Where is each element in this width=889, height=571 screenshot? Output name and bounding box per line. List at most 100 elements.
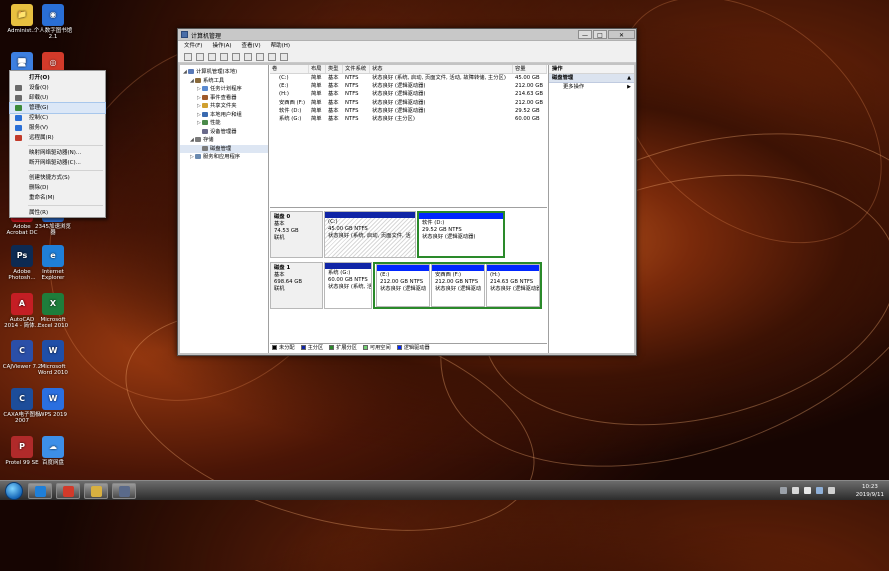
column-header[interactable]: 状态 — [370, 65, 513, 73]
table-row[interactable]: 软件 (D:) 简单 基本 NTFS 状态良好 (逻辑驱动器) 29.52 GB — [270, 107, 547, 115]
menu-separator — [28, 205, 103, 206]
column-header[interactable]: 文件系统 — [343, 65, 370, 73]
context-menu-item[interactable]: 卸载(U) — [10, 93, 105, 103]
partition-size: 29.52 GB NTFS — [422, 227, 462, 233]
partition[interactable]: 系统 (G:)60.00 GB NTFS状态良好 (系统, 活动, 主 — [324, 262, 372, 309]
taskbar-compmgmt-icon[interactable] — [112, 483, 136, 499]
table-row[interactable]: (H:) 简单 基本 NTFS 状态良好 (逻辑驱动器) 214.63 GB — [270, 90, 547, 98]
context-menu-item[interactable]: 打开(O) — [10, 73, 105, 83]
taskbar-chrome-icon[interactable] — [56, 483, 80, 499]
legend-item: 未分配 — [272, 344, 295, 353]
desktop-icon-wps[interactable]: W WPS 2019 — [33, 388, 73, 418]
tray-keyboard-icon[interactable] — [780, 487, 787, 494]
menu-separator — [28, 170, 103, 171]
actions-section-disk-management[interactable]: 磁盘管理 ▲ — [549, 74, 634, 83]
table-cell: 214.63 GB — [515, 91, 543, 98]
more-actions[interactable]: 更多操作 ▶ — [549, 83, 634, 92]
context-menu-item[interactable]: 控制(C) — [10, 113, 105, 123]
tray-network-icon[interactable] — [816, 487, 823, 494]
context-menu-item[interactable]: 属性(R) — [10, 208, 105, 218]
refresh-icon[interactable] — [256, 53, 264, 61]
tree-node[interactable]: ▷ 共享文件夹 — [180, 102, 268, 111]
desktop-icon-library[interactable]: ◉ 个人数字图书馆2.1 — [33, 4, 73, 40]
tree-node[interactable]: ▷ 服务和应用程序 — [180, 153, 268, 162]
properties-icon[interactable] — [244, 53, 252, 61]
context-menu-item[interactable]: 断开网络驱动器(C)... — [10, 158, 105, 168]
start-button[interactable] — [5, 482, 23, 500]
partition[interactable]: (H:) 214.63 GB NTFS 状态良好 (逻辑驱动器 — [486, 264, 540, 307]
partition[interactable]: (C:) 45.00 GB NTFS 状态良好 (系统, 启动, 页面文件, 活 — [324, 211, 416, 258]
help-icon[interactable] — [232, 53, 240, 61]
tree-node-icon — [195, 77, 201, 83]
title-bar[interactable]: 计算机管理 — □ ✕ — [178, 29, 636, 41]
table-row[interactable]: 系统 (G:) 简单 基本 NTFS 状态良好 (主分区) 60.00 GB — [270, 115, 547, 123]
tree-node[interactable]: 磁盘管理 — [180, 144, 268, 153]
context-menu-item[interactable]: 设备(Q) — [10, 83, 105, 93]
tray-volume-icon[interactable] — [828, 487, 835, 494]
partition[interactable]: 安西西 (F:) 212.00 GB NTFS 状态良好 (逻辑驱动 — [431, 264, 485, 307]
tree-node[interactable]: ◢ 存储 — [180, 136, 268, 145]
computer-management-window: 计算机管理 — □ ✕ 文件(F) 操作(A) 查看(V) 帮助(H) ◢ 计算机管理(… — [177, 28, 637, 356]
tray-flag-icon[interactable] — [804, 487, 811, 494]
forward-icon[interactable] — [196, 53, 204, 61]
tree-node[interactable]: ▷ 本地用户和组 — [180, 111, 268, 120]
context-menu-item[interactable]: 重命名(M) — [10, 193, 105, 203]
baidu-icon: ☁ — [42, 436, 64, 458]
partition[interactable]: (E:) 212.00 GB NTFS 状态良好 (逻辑驱动 — [376, 264, 430, 307]
context-menu-item[interactable]: 服务(V) — [10, 123, 105, 133]
desktop-icon-baidu[interactable]: ☁ 百度网盘 — [33, 436, 73, 466]
table-cell: NTFS — [345, 99, 359, 106]
tray-up-arrow-icon[interactable] — [792, 487, 799, 494]
table-cell: NTFS — [345, 83, 359, 90]
tree-node[interactable]: 设备管理器 — [180, 128, 268, 137]
console-tree-icon[interactable] — [220, 53, 228, 61]
disk-label[interactable]: 磁盘 1 基本 698.64 GB 联机 — [270, 262, 323, 309]
desktop-icon-word[interactable]: W Microsoft Word 2010 — [33, 340, 73, 376]
context-menu-item[interactable]: 创建快捷方式(S) — [10, 173, 105, 183]
context-menu-item[interactable]: 管理(G) — [9, 102, 106, 114]
content-area: ◢ 计算机管理(本地) ◢ 系统工具 ▷ 任务计划程序 ▷ 事件查看器 ▷ 共享文件夹 ▷ 本地用户和… — [180, 65, 634, 353]
tree-node[interactable]: ◢ 计算机管理(本地) — [180, 68, 268, 77]
menu-item-label: 创建快捷方式(S) — [29, 175, 70, 181]
context-menu-item[interactable]: 删除(D) — [10, 183, 105, 193]
legend-item: 主分区 — [300, 344, 323, 353]
context-menu-item[interactable]: 映射网络驱动器(N)... — [10, 148, 105, 158]
maximize-button[interactable]: □ — [593, 30, 607, 39]
more-actions-label: 更多操作 — [563, 84, 585, 90]
column-header[interactable]: 容量 — [513, 65, 547, 73]
tree-node-icon — [195, 154, 201, 159]
table-row[interactable]: (C:) 简单 基本 NTFS 状态良好 (系统, 启动, 页面文件, 活动, 故障转储… — [270, 74, 547, 82]
context-menu-item[interactable]: 远程属(R) — [10, 133, 105, 143]
export-icon[interactable] — [280, 53, 288, 61]
partition[interactable]: 软件 (D:) 29.52 GB NTFS 状态良好 (逻辑驱动器) — [417, 211, 505, 258]
disk-size: 698.64 GB — [274, 279, 302, 285]
desktop-icon-ie[interactable]: e Internet Explorer — [33, 245, 73, 281]
menu-0[interactable]: 文件(F) — [184, 41, 202, 51]
column-header[interactable]: 类型 — [326, 65, 343, 73]
tree-node-label: 共享文件夹 — [210, 103, 237, 109]
minimize-button[interactable]: — — [578, 30, 592, 39]
close-button[interactable]: ✕ — [608, 30, 635, 39]
up-folder-icon[interactable] — [208, 53, 216, 61]
menu-3[interactable]: 帮助(H) — [271, 41, 290, 51]
table-row[interactable]: 安西西 (F:) 简单 基本 NTFS 状态良好 (逻辑驱动器) 212.00 GB — [270, 99, 547, 107]
tree-node[interactable]: ◢ 系统工具 — [180, 77, 268, 86]
collapse-icon[interactable]: ▲ — [627, 74, 631, 83]
tree-node[interactable]: ▷ 性能 — [180, 119, 268, 128]
menu-1[interactable]: 操作(A) — [212, 41, 231, 51]
clock[interactable]: 10:23 2019/9/11 — [856, 483, 884, 499]
disk-label[interactable]: 磁盘 0 基本 74.53 GB 联机 — [270, 211, 323, 258]
column-header[interactable]: 卷 — [270, 65, 309, 73]
desktop-icon-excel[interactable]: X Microsoft Excel 2010 — [33, 293, 73, 329]
column-header[interactable]: 布局 — [309, 65, 326, 73]
settings-icon[interactable] — [268, 53, 276, 61]
back-icon[interactable] — [184, 53, 192, 61]
tree-node[interactable]: ▷ 任务计划程序 — [180, 85, 268, 94]
table-row[interactable]: (E:) 简单 基本 NTFS 状态良好 (逻辑驱动器) 212.00 GB — [270, 82, 547, 90]
desktop-icon-label: 百度网盘 — [41, 460, 64, 466]
tree-node[interactable]: ▷ 事件查看器 — [180, 94, 268, 103]
taskbar-ie-icon[interactable] — [28, 483, 52, 499]
context-menu: 打开(O) 设备(Q) 卸载(U) 管理(G) 控制(C) 服务(V) 远程属(R) 映射网络… — [9, 70, 106, 218]
taskbar-explorer-icon[interactable] — [84, 483, 108, 499]
menu-2[interactable]: 查看(V) — [242, 41, 261, 51]
